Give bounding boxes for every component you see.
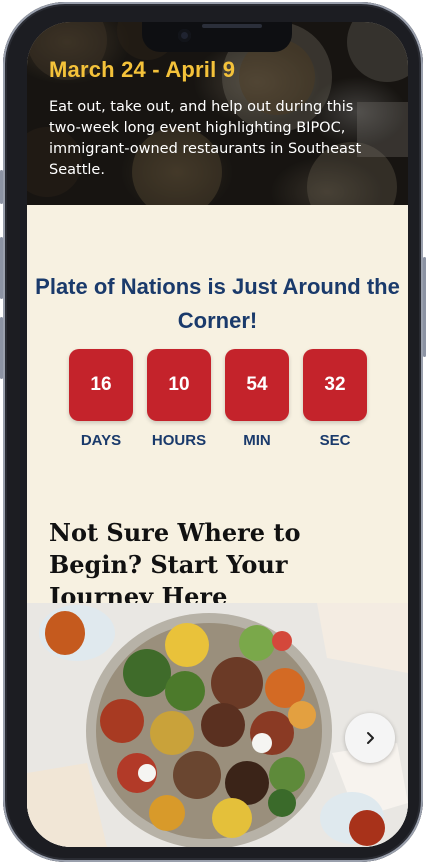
countdown-minutes: 54 MIN (225, 349, 289, 449)
front-camera (178, 29, 191, 42)
food-carousel[interactable] (27, 603, 408, 847)
countdown-timer: 16 DAYS 10 HOURS 54 MIN 32 SEC (69, 349, 369, 459)
journey-heading: Not Sure Where to Begin? Start Your Jour… (49, 518, 301, 611)
notch (142, 22, 292, 52)
countdown-seconds: 32 SEC (303, 349, 367, 449)
minutes-value: 54 (225, 349, 289, 421)
countdown-title: Plate of Nations is Just Around the Corn… (35, 274, 400, 333)
event-date-range: March 24 - April 9 (49, 57, 236, 82)
volume-down-button (0, 317, 3, 379)
chevron-right-icon (367, 732, 374, 744)
countdown-days: 16 DAYS (69, 349, 133, 449)
countdown-hours: 10 HOURS (147, 349, 211, 449)
days-label: DAYS (80, 432, 122, 449)
hours-value: 10 (147, 349, 211, 421)
event-description: Eat out, take out, and help out during t… (49, 99, 362, 178)
seconds-value: 32 (303, 349, 367, 421)
seconds-label: SEC (319, 432, 351, 449)
carousel-next-button[interactable] (345, 713, 395, 763)
speaker (202, 24, 262, 28)
phone-frame: March 24 - April 9 Eat out, take out, an… (0, 2, 426, 862)
days-value: 16 (69, 349, 133, 421)
mute-switch (0, 170, 3, 204)
volume-up-button (0, 237, 3, 299)
power-button (423, 257, 426, 357)
minutes-label: MIN (243, 432, 271, 449)
hours-label: HOURS (151, 432, 207, 449)
screen: March 24 - April 9 Eat out, take out, an… (27, 22, 408, 847)
